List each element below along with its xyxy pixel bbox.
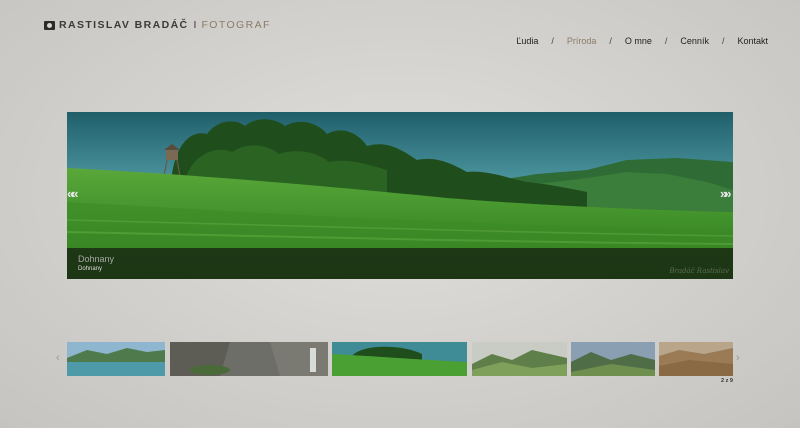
thumbnail-lake-landscape[interactable] — [67, 342, 165, 376]
nav-item-cennik[interactable]: Cenník — [680, 36, 709, 46]
thumbnail-dohnany-meadow[interactable] — [332, 342, 467, 376]
nav-separator: / — [551, 36, 554, 46]
nav-separator: / — [609, 36, 612, 46]
nav-separator: / — [664, 36, 668, 46]
nav-item-kontakt[interactable]: Kontakt — [737, 36, 768, 46]
slide-counter: 2 z 9 — [721, 378, 733, 384]
thumbs-prev-arrow[interactable]: ‹ — [56, 352, 60, 364]
thumbnail-strip — [67, 342, 733, 376]
watermark: Bradáč Rastislav — [669, 267, 729, 275]
nav-item-o-mne[interactable]: O mne — [625, 36, 652, 46]
nav-separator: / — [721, 36, 725, 46]
slide-next-arrow[interactable]: »» — [720, 186, 732, 201]
camera-icon — [44, 20, 55, 30]
site-logo[interactable]: RASTISLAV BRADÁČ I FOTOGRAF — [44, 19, 271, 31]
thumbnail-waterfall-rocks[interactable] — [170, 342, 328, 376]
caption-subtitle: Dohnany — [78, 266, 103, 272]
brand-role: FOTOGRAF — [201, 19, 271, 31]
thumbnail-autumn-hills[interactable] — [659, 342, 733, 376]
thumbnail-mountain-valley[interactable] — [571, 342, 655, 376]
brand-separator: I — [193, 19, 197, 31]
slide-caption: Dohnany Dohnany Bradáč Rastislav — [67, 248, 733, 279]
thumbs-next-arrow[interactable]: › — [736, 352, 740, 364]
main-nav: Ľudia / Príroda / O mne / Cenník / Konta… — [516, 36, 768, 46]
brand-name: RASTISLAV BRADÁČ — [59, 19, 189, 31]
caption-title: Dohnany — [78, 254, 115, 264]
nav-item-ludia[interactable]: Ľudia — [516, 36, 538, 46]
thumbnail-green-hills[interactable] — [472, 342, 567, 376]
slide-prev-arrow[interactable]: «« — [67, 186, 79, 201]
nav-item-priroda[interactable]: Príroda — [567, 36, 597, 46]
